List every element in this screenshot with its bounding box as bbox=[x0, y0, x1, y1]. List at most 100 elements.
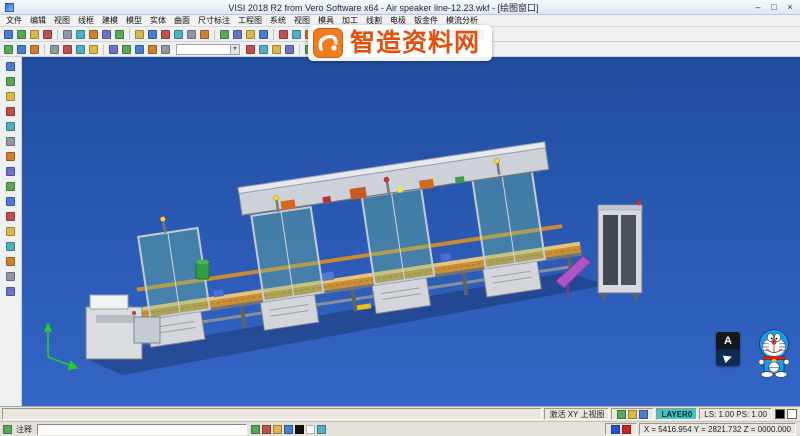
toolbar-icon[interactable] bbox=[231, 28, 244, 41]
toolbar-icon[interactable] bbox=[113, 28, 126, 41]
toolbar-icon[interactable] bbox=[244, 43, 257, 56]
toolbar-icon[interactable] bbox=[61, 28, 74, 41]
toolbar-icon[interactable] bbox=[2, 28, 15, 41]
text-tool-button[interactable]: A bbox=[716, 332, 740, 349]
toolbar-icon[interactable] bbox=[4, 105, 17, 118]
color-swatch-white[interactable] bbox=[787, 409, 797, 419]
toolbar-icon[interactable] bbox=[159, 43, 172, 56]
active-layer-badge[interactable]: LAYER0 bbox=[656, 408, 697, 420]
coordinate-readout: X = 5416.954 Y = 2821.732 Z = 0000.000 bbox=[639, 423, 796, 435]
toolbar-separator bbox=[103, 44, 104, 55]
toolbar-icon[interactable] bbox=[146, 43, 159, 56]
menu-item[interactable]: 编辑 bbox=[26, 15, 50, 27]
left-toolbar bbox=[0, 57, 22, 406]
toolbar-icon[interactable] bbox=[4, 225, 17, 238]
toolbar-group bbox=[2, 43, 172, 56]
toolbar-icon[interactable] bbox=[107, 43, 120, 56]
toolbar-icon[interactable] bbox=[4, 165, 17, 178]
toolbar-icon[interactable] bbox=[146, 28, 159, 41]
minimize-button[interactable]: – bbox=[750, 0, 766, 14]
command-icon[interactable] bbox=[3, 425, 12, 434]
toolbar-icon[interactable] bbox=[4, 150, 17, 163]
toolbar-icon[interactable] bbox=[159, 28, 172, 41]
toolbar-icon[interactable] bbox=[639, 410, 648, 419]
maximize-button[interactable]: □ bbox=[766, 0, 782, 14]
toolbar-icon[interactable] bbox=[4, 195, 17, 208]
menu-item[interactable]: 视图 bbox=[50, 15, 74, 27]
toolbar-icon[interactable] bbox=[273, 425, 282, 434]
chevron-down-icon: ▾ bbox=[230, 45, 239, 54]
toolbar-icon[interactable] bbox=[74, 28, 87, 41]
toolbar-icon[interactable] bbox=[284, 425, 293, 434]
toolbar-icon[interactable] bbox=[15, 28, 28, 41]
toolbar-icon[interactable] bbox=[295, 425, 304, 434]
menu-item[interactable]: 建模 bbox=[98, 15, 122, 27]
menu-item[interactable]: 系统 bbox=[266, 15, 290, 27]
toolbar-separator bbox=[129, 29, 130, 40]
toolbar-icon[interactable] bbox=[317, 425, 326, 434]
toolbar-icon[interactable] bbox=[277, 28, 290, 41]
toolbar-icon[interactable] bbox=[4, 60, 17, 73]
toolbar-icon[interactable] bbox=[262, 425, 271, 434]
layer-combobox[interactable]: ▾ bbox=[176, 44, 240, 55]
toolbar-icon[interactable] bbox=[270, 43, 283, 56]
toolbar-icon[interactable] bbox=[4, 120, 17, 133]
toolbar-icon[interactable] bbox=[4, 135, 17, 148]
toolbar-icon[interactable] bbox=[28, 28, 41, 41]
toolbar-icon[interactable] bbox=[4, 270, 17, 283]
menu-item[interactable]: 模型 bbox=[122, 15, 146, 27]
command-input[interactable] bbox=[37, 424, 247, 435]
toolbar-icon[interactable] bbox=[198, 28, 211, 41]
icon-glyph bbox=[259, 45, 268, 54]
icon-glyph bbox=[63, 30, 72, 39]
toolbar-icon[interactable] bbox=[4, 90, 17, 103]
toolbar-icon[interactable] bbox=[4, 180, 17, 193]
menu-item[interactable]: 工程图 bbox=[234, 15, 266, 27]
toolbar-icon[interactable] bbox=[290, 28, 303, 41]
menu-item[interactable]: 实体 bbox=[146, 15, 170, 27]
menu-item[interactable]: 文件 bbox=[2, 15, 26, 27]
toolbar-icon[interactable] bbox=[15, 43, 28, 56]
toolbar-icon[interactable] bbox=[133, 28, 146, 41]
menu-item[interactable]: 线框 bbox=[74, 15, 98, 27]
toolbar-icon[interactable] bbox=[120, 43, 133, 56]
toolbar-icon[interactable] bbox=[4, 75, 17, 88]
toolbar-icon[interactable] bbox=[74, 43, 87, 56]
title-bar: VISI 2018 R2 from Vero Software x64 - Ai… bbox=[0, 0, 800, 15]
toolbar-icon[interactable] bbox=[61, 43, 74, 56]
toolbar-icon[interactable] bbox=[251, 425, 260, 434]
toolbar-icon[interactable] bbox=[87, 43, 100, 56]
toolbar-icon[interactable] bbox=[4, 240, 17, 253]
toolbar-icon[interactable] bbox=[257, 43, 270, 56]
toolbar-icon[interactable] bbox=[218, 28, 231, 41]
toolbar-icon[interactable] bbox=[257, 28, 270, 41]
toolbar-icon[interactable] bbox=[41, 28, 54, 41]
menu-item[interactable]: 尺寸标注 bbox=[194, 15, 234, 27]
close-button[interactable]: × bbox=[782, 0, 798, 14]
menu-item[interactable]: 曲面 bbox=[170, 15, 194, 27]
color-swatch-black[interactable] bbox=[775, 409, 785, 419]
toolbar-icon[interactable] bbox=[2, 43, 15, 56]
toolbar-icon[interactable] bbox=[306, 425, 315, 434]
toolbar-icon[interactable] bbox=[4, 210, 17, 223]
toolbar-icon[interactable] bbox=[617, 410, 626, 419]
toolbar-icon[interactable] bbox=[4, 255, 17, 268]
toolbar-icon[interactable] bbox=[87, 28, 100, 41]
active-workplane-label[interactable]: 激活 XY 上视图 bbox=[544, 408, 609, 420]
toolbar-icon[interactable] bbox=[611, 425, 620, 434]
toolbar-icon[interactable] bbox=[133, 43, 146, 56]
toolbar-icon[interactable] bbox=[48, 43, 61, 56]
toolbar-icon[interactable] bbox=[185, 28, 198, 41]
toolbar-icon[interactable] bbox=[4, 285, 17, 298]
viewport-canvas[interactable] bbox=[22, 57, 800, 406]
pointer-tool-button[interactable] bbox=[716, 349, 740, 366]
toolbar-icon[interactable] bbox=[283, 43, 296, 56]
icon-glyph bbox=[6, 152, 15, 161]
annotation-widget: A bbox=[716, 332, 740, 366]
toolbar-icon[interactable] bbox=[244, 28, 257, 41]
toolbar-icon[interactable] bbox=[622, 425, 631, 434]
toolbar-icon[interactable] bbox=[628, 410, 637, 419]
toolbar-icon[interactable] bbox=[28, 43, 41, 56]
toolbar-icon[interactable] bbox=[100, 28, 113, 41]
toolbar-icon[interactable] bbox=[172, 28, 185, 41]
